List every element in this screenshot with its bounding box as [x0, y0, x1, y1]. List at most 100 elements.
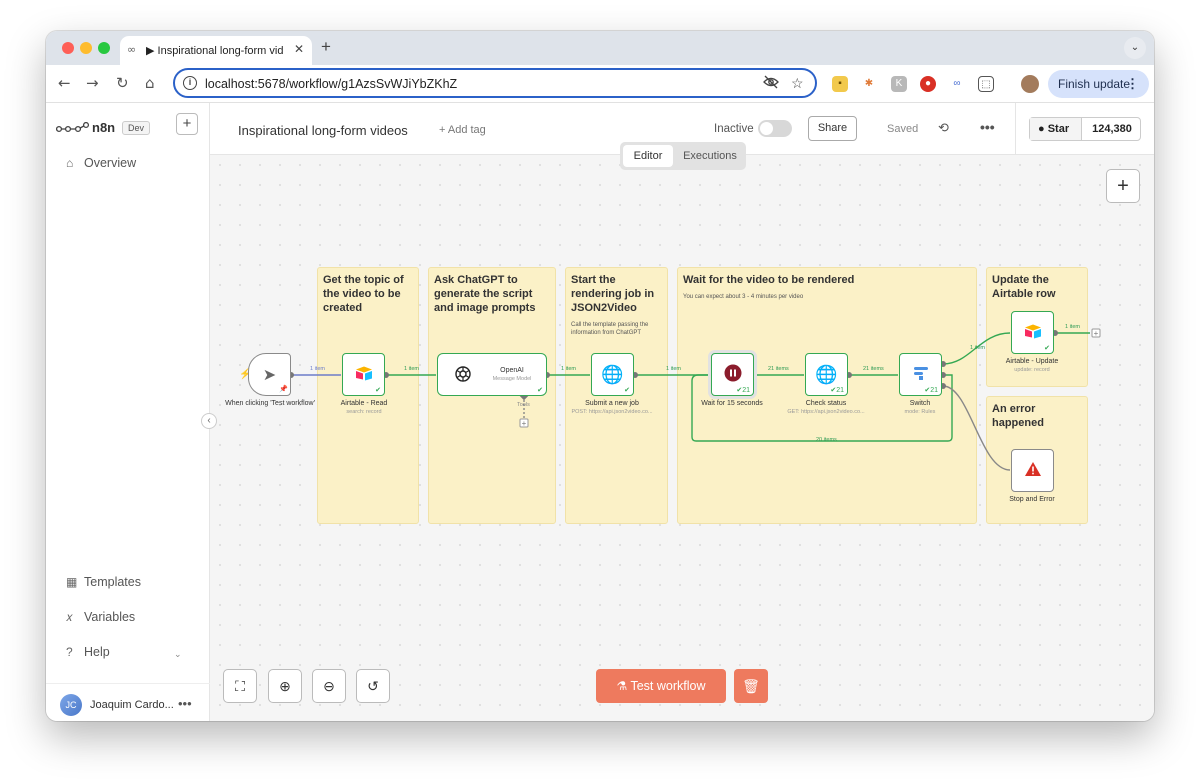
tab-search-icon[interactable]: ⌄ [1124, 37, 1146, 59]
add-tag-link[interactable]: + Add tag [439, 124, 486, 136]
globe-icon: 🌐 [601, 364, 624, 384]
extension-link-icon[interactable]: ∞ [949, 76, 965, 92]
pin-icon: 📌 [279, 386, 288, 393]
github-star-label: Star [1047, 123, 1070, 135]
zoom-in-icon[interactable]: ⊕ [268, 669, 302, 703]
url-text: localhost:5678/workflow/g1AzsSvWJiYbZKhZ [205, 77, 458, 91]
node-subtitle: POST: https://api.json2video.co... [571, 409, 653, 415]
github-star-button[interactable]: ● Star [1030, 118, 1082, 140]
eye-slash-icon[interactable] [763, 75, 779, 92]
divider [1015, 103, 1016, 155]
cursor-icon: ➤ [262, 366, 277, 384]
node-airtable-read[interactable]: ✔ [342, 353, 385, 396]
node-title: OpenAI [500, 367, 524, 374]
node-openai[interactable]: OpenAI Message Model ✔ [437, 353, 547, 396]
bookmark-star-icon[interactable]: ☆ [791, 75, 804, 92]
sidebar: n8n Dev + ⌂ Overview ▦ Templates 𝑥 Variable… [46, 103, 210, 721]
chevron-down-icon[interactable]: ⌄ [174, 649, 182, 660]
home-icon[interactable]: ⌂ [145, 74, 155, 92]
sidebar-item-overview[interactable]: ⌂ Overview [66, 156, 136, 170]
view-toggle: Editor Executions [620, 142, 746, 170]
airtable-icon [355, 365, 373, 384]
browser-window: ∞ ▶ Inspirational long-form vide ✕ + ⌄ ←… [46, 31, 1154, 721]
node-wait[interactable]: ✔21 [711, 353, 754, 396]
forward-icon[interactable]: → [86, 74, 99, 92]
workflow-title[interactable]: Inspirational long-form videos [238, 123, 408, 138]
close-tab-icon[interactable]: ✕ [294, 42, 304, 56]
new-tab-icon[interactable]: + [321, 37, 331, 57]
edge-label: 1 item [970, 345, 985, 351]
sidebar-add-button[interactable]: + [176, 113, 198, 135]
sidebar-item-variables[interactable]: 𝑥 Variables [66, 610, 135, 625]
extensions-puzzle-icon[interactable]: ⬚ [978, 76, 994, 92]
tab-editor[interactable]: Editor [623, 145, 673, 167]
node-stop-and-error[interactable] [1011, 449, 1054, 492]
history-icon[interactable]: ⟲ [938, 120, 949, 136]
finish-update-button[interactable]: Finish update ⋮ [1048, 70, 1149, 98]
reset-zoom-icon[interactable]: ↺ [356, 669, 390, 703]
node-label: Airtable - Update [1005, 358, 1059, 365]
add-tool-icon: + [522, 419, 527, 428]
back-icon[interactable]: ← [58, 74, 71, 92]
more-icon[interactable]: ••• [178, 696, 192, 711]
site-info-icon[interactable]: i [183, 76, 197, 90]
tab-executions[interactable]: Executions [676, 145, 744, 167]
node-switch[interactable]: ✔21 [899, 353, 942, 396]
sidebar-item-help[interactable]: ? Help [66, 645, 110, 659]
node-subtitle: mode: Rules [904, 409, 936, 415]
active-toggle[interactable] [758, 120, 792, 137]
success-count: ✔21 [830, 387, 844, 394]
share-button[interactable]: Share [808, 116, 857, 141]
minimize-window-button[interactable] [80, 42, 92, 54]
trash-icon: 🗑 [742, 678, 760, 694]
help-icon: ? [66, 645, 73, 659]
sidebar-item-templates[interactable]: ▦ Templates [66, 575, 141, 589]
github-star-widget[interactable]: ● Star 124,380 [1029, 117, 1141, 141]
n8n-logo-text: n8n [92, 120, 116, 135]
test-workflow-label: Test workflow [630, 679, 706, 693]
collapse-sidebar-icon[interactable]: ‹ [201, 413, 217, 429]
warning-icon [1024, 461, 1042, 481]
maximize-window-button[interactable] [98, 42, 110, 54]
close-window-button[interactable] [62, 42, 74, 54]
n8n-logo-icon [55, 121, 90, 139]
node-check-status[interactable]: 🌐 ✔21 [805, 353, 848, 396]
sidebar-item-label: Templates [84, 575, 141, 589]
node-subtitle: update: record [1014, 367, 1050, 373]
n8n-app: n8n Dev + ⌂ Overview ▦ Templates 𝑥 Variable… [46, 103, 1154, 721]
success-count: ✔21 [736, 387, 750, 394]
address-bar[interactable]: i localhost:5678/workflow/g1AzsSvWJiYbZK… [173, 68, 817, 98]
zoom-out-icon[interactable]: ⊖ [312, 669, 346, 703]
edge-label: 21 items [863, 366, 884, 372]
success-count: ✔21 [924, 387, 938, 394]
extension-k-icon[interactable]: K [891, 76, 907, 92]
user-menu[interactable]: JC Joaquim Cardo... ••• [46, 683, 210, 721]
browser-tab[interactable]: ∞ ▶ Inspirational long-form vide ✕ [120, 36, 312, 65]
sidebar-item-label: Variables [84, 610, 136, 624]
workflow-canvas[interactable]: Editor Executions + Get the topic of the… [210, 142, 1154, 721]
extension-keep-icon[interactable]: ▪ [832, 76, 848, 92]
test-workflow-button[interactable]: ⚗ Test workflow [596, 669, 726, 703]
edge-label: 1 item [404, 366, 419, 372]
run-count: 21 [742, 387, 750, 394]
profile-avatar-icon[interactable] [1021, 75, 1039, 93]
templates-icon: ▦ [66, 575, 78, 589]
edge-label: 1 item [666, 366, 681, 372]
github-icon: ● [1038, 123, 1045, 135]
delete-button[interactable]: 🗑 [734, 669, 768, 703]
reload-icon[interactable]: ↻ [116, 74, 129, 92]
n8n-favicon-icon: ∞ [127, 43, 137, 56]
globe-icon: 🌐 [815, 364, 838, 384]
variables-icon: 𝑥 [66, 610, 73, 624]
node-submit-job[interactable]: 🌐 ✔ [591, 353, 634, 396]
airtable-icon [1024, 323, 1042, 342]
dev-badge: Dev [122, 121, 151, 135]
edge-label: 21 items [768, 366, 789, 372]
fit-view-icon[interactable]: ⛶ [223, 669, 257, 703]
node-airtable-update[interactable]: ✔ [1011, 311, 1054, 354]
node-manual-trigger[interactable]: ➤ 📌 [248, 353, 291, 396]
extension-ublock-icon[interactable]: ● [920, 76, 936, 92]
more-icon[interactable]: ••• [980, 119, 995, 135]
edge-label: 1 item [310, 366, 325, 372]
extension-bug-icon[interactable]: ✱ [861, 76, 877, 92]
